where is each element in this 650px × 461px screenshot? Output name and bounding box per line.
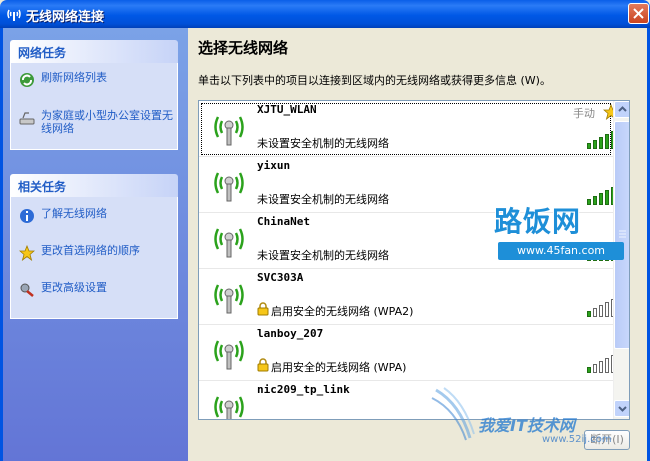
network-list[interactable]: XJTU_WLAN 未设置安全机制的无线网络 手动 yixun 未设置安全机制的… — [198, 100, 630, 420]
task-refresh-label: 刷新网络列表 — [41, 71, 107, 84]
site-watermark: 路饭网 www.45fan.com — [494, 200, 634, 260]
signal-bar — [593, 140, 597, 149]
setup-network-icon — [19, 112, 35, 125]
signal-bar — [605, 302, 609, 317]
star-icon — [19, 245, 35, 261]
network-tasks-heading[interactable]: 网络任务 — [10, 40, 178, 63]
network-ssid: XJTU_WLAN — [257, 103, 317, 116]
network-security: 启用安全的无线网络 (WPA2) — [271, 305, 414, 318]
task-setup-network[interactable]: 为家庭或小型办公室设置无线网络 — [11, 101, 177, 145]
wireless-tower-icon — [214, 172, 244, 202]
signal-bar — [605, 358, 609, 373]
signal-bar — [599, 305, 603, 317]
related-tasks-heading[interactable]: 相关任务 — [10, 174, 178, 197]
wireless-tower-icon — [214, 284, 244, 314]
task-learn-wireless[interactable]: 了解无线网络 — [11, 203, 177, 240]
refresh-icon — [20, 73, 34, 87]
network-security: 未设置安全机制的无线网络 — [257, 249, 389, 262]
signal-bar — [599, 361, 603, 373]
network-tag: 手动 — [573, 107, 595, 120]
watermark-brand: 路饭网 — [494, 205, 582, 238]
task-pane: 网络任务 刷新网络列表 为家庭或小型办公室设置无线网络 相关任务 了解无线网络 … — [0, 28, 188, 461]
network-item[interactable]: XJTU_WLAN 未设置安全机制的无线网络 手动 — [199, 101, 619, 157]
close-icon — [633, 8, 644, 19]
wireless-icon — [7, 9, 21, 21]
wireless-tower-icon — [214, 340, 244, 370]
signal-bar — [593, 364, 597, 373]
network-security: 启用安全的无线网络 (WPA) — [271, 361, 407, 374]
signal-bar — [587, 311, 591, 317]
network-item[interactable]: lanboy_207 启用安全的无线网络 (WPA) — [199, 325, 615, 381]
network-tasks-box: 网络任务 刷新网络列表 为家庭或小型办公室设置无线网络 — [10, 40, 178, 150]
task-advanced-label: 更改高级设置 — [41, 281, 107, 294]
page-description: 单击以下列表中的项目以连接到区域内的无线网络或获得更多信息 (W)。 — [198, 74, 551, 87]
signal-bar — [587, 367, 591, 373]
watermark2-url: www.52ij.com — [542, 434, 612, 445]
window-title: 无线网络连接 — [26, 10, 105, 25]
task-change-order[interactable]: 更改首选网络的顺序 — [11, 240, 177, 277]
signal-bar — [599, 137, 603, 149]
site-watermark-2: 我爱IT技术网 www.52ij.com — [430, 384, 640, 454]
network-ssid: lanboy_207 — [257, 327, 324, 340]
vertical-scrollbar[interactable] — [613, 101, 629, 419]
network-ssid: SVC303A — [257, 271, 304, 284]
network-ssid: ChinaNet — [257, 215, 310, 228]
info-icon — [20, 209, 34, 223]
network-ssid: nic209_tp_link — [257, 383, 350, 396]
watermark2-brand: 我爱IT技术网 — [478, 416, 575, 435]
task-setup-label: 为家庭或小型办公室设置无线网络 — [41, 109, 173, 135]
wireless-tower-icon — [214, 396, 244, 419]
task-change-order-label: 更改首选网络的顺序 — [41, 244, 140, 257]
related-tasks-box: 相关任务 了解无线网络 更改首选网络的顺序 更改高级设置 — [10, 174, 178, 319]
signal-bar — [605, 134, 609, 149]
task-advanced-settings[interactable]: 更改高级设置 — [11, 277, 177, 314]
network-security: 未设置安全机制的无线网络 — [257, 193, 389, 206]
settings-icon — [20, 283, 34, 297]
title-bar[interactable]: 无线网络连接 — [0, 0, 650, 28]
wireless-tower-icon — [214, 228, 244, 258]
network-security: 未设置安全机制的无线网络 — [257, 137, 389, 150]
close-button[interactable] — [628, 3, 649, 24]
network-item[interactable]: SVC303A 启用安全的无线网络 (WPA2) — [199, 269, 615, 325]
task-refresh-list[interactable]: 刷新网络列表 — [11, 67, 177, 101]
scroll-up-button[interactable] — [614, 101, 629, 118]
watermark-url: www.45fan.com — [498, 242, 624, 260]
wireless-tower-icon — [214, 116, 244, 146]
lock-icon — [257, 302, 269, 316]
lock-icon — [257, 358, 269, 372]
task-learn-label: 了解无线网络 — [41, 207, 107, 220]
network-ssid: yixun — [257, 159, 291, 172]
page-title: 选择无线网络 — [198, 39, 289, 57]
signal-bar — [587, 143, 591, 149]
signal-bar — [593, 308, 597, 317]
chevron-up-icon — [618, 106, 627, 112]
